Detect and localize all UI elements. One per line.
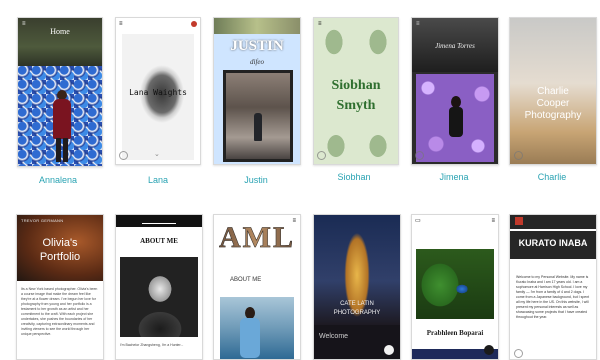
card-title-2: Portfolio: [39, 251, 81, 263]
portrait-photo: [122, 34, 194, 160]
street-figure: [254, 113, 262, 141]
info-icon[interactable]: [415, 151, 424, 160]
card-label-lana[interactable]: Lana: [115, 175, 201, 185]
card-label-jimena[interactable]: Jimena: [411, 172, 497, 182]
card-header-text: TREVOR GERMANN: [21, 218, 64, 223]
card-subheading: ABOUT ME: [230, 277, 262, 283]
logo-icon: ▭: [415, 218, 421, 224]
menu-icon[interactable]: ≡: [22, 21, 26, 27]
portfolio-card-jimena[interactable]: Jimena Torres ≡: [411, 17, 499, 165]
leaf-pattern-bottom: [314, 124, 398, 164]
menu-icon[interactable]: ≡: [318, 21, 322, 27]
portfolio-card-olivia[interactable]: TREVOR GERMANN Olivia's Portfolio Its a …: [16, 214, 104, 360]
portfolio-card-annalena[interactable]: Home ≡: [17, 17, 103, 167]
bw-portrait-photo: [120, 257, 198, 337]
portfolio-card-about-bw[interactable]: ABOUT ME I'm Bachelor Zhangsheng, I'm a …: [115, 214, 203, 360]
portfolio-card-lana[interactable]: ≡ Lana Waights ⌄: [115, 17, 201, 165]
card-heading: Charlie: [537, 86, 569, 97]
portfolio-card-siobhan[interactable]: Siobhan Smyth ≡: [313, 17, 399, 165]
card-heading-2: Cooper: [536, 98, 570, 109]
portfolio-card-prabhleen[interactable]: ▭ ≡ Prabhleen Boparai: [411, 214, 499, 360]
card-footer-text: Welcome: [319, 333, 349, 340]
card-heading: JUSTIN: [230, 38, 284, 54]
portfolio-card-cate[interactable]: CATE LATIN PHOTOGRAPHY Welcome: [313, 214, 401, 360]
portfolio-card-justin[interactable]: JUSTIN difeo: [213, 17, 301, 165]
card-name: Prabhleen Boparai: [426, 329, 484, 337]
card-label-siobhan[interactable]: Siobhan: [311, 172, 397, 182]
person-figure: [448, 96, 464, 156]
card-heading: Lana Waights: [129, 88, 187, 97]
card-hero-dark: [18, 18, 102, 66]
card-header-text: ABOUT ME: [140, 237, 178, 245]
signature-logo: [142, 217, 176, 224]
card-title: Olivia's: [42, 237, 78, 249]
leaf-pattern-top: [314, 18, 398, 66]
portfolio-card-charlie[interactable]: Charlie Cooper Photography: [509, 17, 597, 165]
menu-icon[interactable]: ≡: [292, 218, 296, 224]
card-heading-3: Photography: [524, 110, 582, 121]
portfolio-card-kurato[interactable]: KURATO INABA Welcome to my Personal Webs…: [509, 214, 597, 360]
card-title: CATE LATIN: [340, 301, 374, 307]
card-caption: I'm Bachelor Zhangsheng, I'm a Hunter...: [120, 343, 184, 347]
avatar-icon: [191, 21, 197, 27]
menu-icon[interactable]: ≡: [491, 218, 495, 224]
card-heading: Jimena Torres: [435, 42, 475, 50]
butterfly-photo: [416, 249, 494, 319]
menu-icon[interactable]: ≡: [119, 21, 123, 27]
card-heading: Home: [50, 27, 70, 36]
night-tower-photo: [314, 215, 400, 325]
card-hero-strip: [214, 18, 300, 34]
info-icon[interactable]: [514, 151, 523, 160]
card-body-text: Its a New York based photographer. Olivi…: [21, 287, 98, 336]
person-figure: [238, 307, 262, 359]
card-label-charlie[interactable]: Charlie: [509, 172, 595, 182]
person-figure: [52, 90, 72, 164]
card-heading: Siobhan: [331, 78, 381, 93]
card-heading-2: Smyth: [336, 98, 376, 113]
card-topbar: ▭ ≡: [412, 215, 498, 227]
card-topbar: ≡: [116, 18, 200, 30]
info-icon[interactable]: [317, 151, 326, 160]
chat-bubble-icon[interactable]: [484, 345, 494, 355]
card-title-2: PHOTOGRAPHY: [333, 310, 381, 316]
info-icon[interactable]: [514, 349, 523, 358]
scroll-down-icon[interactable]: ⌄: [154, 150, 160, 158]
menu-icon[interactable]: ≡: [416, 21, 420, 27]
chat-bubble-icon[interactable]: [384, 345, 394, 355]
card-label-annalena[interactable]: Annalena: [15, 175, 101, 185]
info-icon[interactable]: [119, 151, 128, 160]
logo-icon: [515, 217, 523, 225]
portfolio-card-aml[interactable]: AML ABOUT ME ≡: [213, 214, 301, 360]
card-body-text: Welcome to my Personal Website. My name …: [516, 275, 590, 319]
card-header-text: AML: [214, 221, 300, 255]
card-subheading: difeo: [250, 58, 264, 66]
card-label-justin[interactable]: Justin: [213, 175, 299, 185]
card-title: KURATO INABA: [510, 231, 596, 259]
